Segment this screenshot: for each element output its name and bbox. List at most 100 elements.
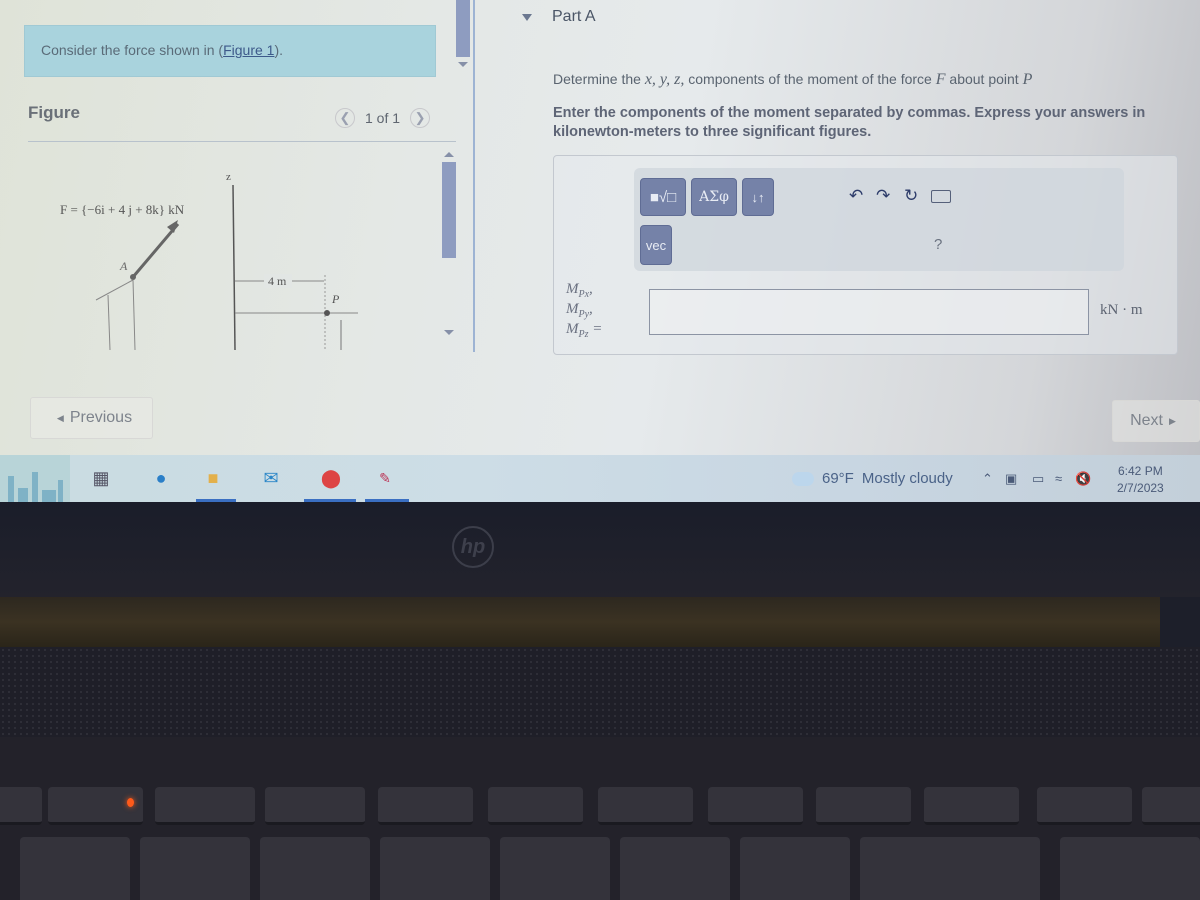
keyboard-key: [488, 787, 583, 825]
keyboard-key: [500, 837, 610, 900]
keyboard-key: [598, 787, 693, 825]
caret-left-icon: ◀: [56, 412, 64, 423]
scroll-down-arrow[interactable]: [458, 62, 468, 67]
keyboard-key: [816, 787, 911, 825]
unit-label: kN · m: [1100, 302, 1143, 318]
laptop-hinge: [0, 597, 1160, 647]
previous-button[interactable]: ◀ Previous: [30, 397, 153, 439]
label-sub: Pz: [578, 329, 589, 340]
question-vars: x, y, z,: [644, 71, 685, 88]
symbols-button[interactable]: ΑΣφ: [691, 178, 737, 216]
keyboard-key: [708, 787, 803, 825]
instructions-text: Enter the components of the moment separ…: [553, 105, 1146, 140]
answer-box: ■√□ ΑΣφ ↓↑ vec ↶ ↷ ↻ ? MPx, MPy, MPz = k…: [553, 155, 1178, 355]
point-p-label: P: [331, 292, 340, 306]
screen: Consider the force shown in (Figure 1). …: [0, 0, 1200, 502]
label-m: M: [566, 281, 579, 297]
task-view-icon[interactable]: ▦: [88, 465, 114, 491]
keyboard-key: [860, 837, 1040, 900]
dimension-label: 4 m: [268, 274, 287, 288]
question-text: Determine the x, y, z, components of the…: [553, 71, 1032, 89]
undo-icon[interactable]: ↶: [849, 186, 863, 206]
answer-input[interactable]: [649, 289, 1089, 335]
camera-icon[interactable]: ▣: [1005, 471, 1017, 487]
question-part: Determine the: [553, 71, 645, 87]
question-part: components of the moment of the force: [684, 71, 936, 87]
prev-figure-button[interactable]: ❮: [335, 108, 355, 128]
next-figure-button[interactable]: ❯: [410, 108, 431, 128]
snipping-tool-icon[interactable]: ✎: [372, 465, 398, 491]
speaker-grille: [0, 647, 1200, 737]
scroll-down-arrow[interactable]: [444, 330, 454, 335]
figure-scrollbar-thumb[interactable]: [442, 162, 456, 258]
keyboard-key: [140, 837, 250, 900]
laptop-bezel: [0, 502, 1200, 597]
label-sub: Py: [578, 309, 590, 320]
edge-browser-icon[interactable]: ●: [148, 465, 174, 491]
next-button[interactable]: Next ▶: [1112, 400, 1200, 442]
intro-text-end: ).: [274, 42, 284, 58]
question-force: F: [935, 71, 946, 88]
chrome-icon[interactable]: ⬤: [318, 465, 344, 491]
keyboard-deck: [0, 737, 1200, 900]
figure-link[interactable]: Figure 1: [223, 42, 274, 58]
guide-line-1: [107, 294, 111, 351]
scrollbar-thumb[interactable]: [456, 0, 470, 57]
intro-box: Consider the force shown in (Figure 1).: [24, 25, 436, 77]
z-axis-line: [232, 184, 236, 351]
pane-divider[interactable]: [473, 0, 475, 352]
templates-icon: ■√□: [649, 188, 677, 206]
force-diagram: F = {−6i + 4 j + 8k} kN z A 4 m P: [60, 171, 358, 351]
mute-led-indicator: [127, 798, 134, 807]
clock-date: 2/7/2023: [1117, 481, 1164, 495]
partly-cloudy-icon: [786, 465, 814, 486]
figure-heading: Figure: [28, 103, 80, 122]
templates-button[interactable]: ■√□: [640, 178, 686, 216]
keyboard-key: [0, 787, 42, 825]
taskbar: ▦ ● ■ ✉ ⬤ ✎ 69°F Mostly cloudy ⌃ ▣ ▭ ≈ 🔇…: [0, 455, 1200, 502]
force-label: F = {−6i + 4 j + 8k} kN: [60, 202, 185, 217]
keyboard-key: [620, 837, 730, 900]
left-scrollbar[interactable]: [454, 0, 470, 78]
swap-arrows-icon: ↓↑: [751, 189, 765, 205]
chevron-up-icon[interactable]: ⌃: [982, 471, 993, 487]
wifi-icon[interactable]: ≈: [1055, 471, 1062, 486]
figure-diagram: F = {−6i + 4 j + 8k} kN z A 4 m P: [28, 150, 448, 360]
force-arrow: [131, 223, 180, 278]
left-pane: Consider the force shown in (Figure 1). …: [0, 0, 470, 450]
point-p-marker: [324, 310, 330, 316]
file-explorer-icon[interactable]: ■: [200, 465, 226, 491]
keyboard-key: [924, 787, 1019, 825]
keyboard-key: [1060, 837, 1200, 900]
moment-components-label: MPx, MPy, MPz =: [566, 281, 603, 341]
keyboard-key: [1037, 787, 1132, 825]
chevron-right-icon: ❯: [414, 110, 426, 125]
weather-text: Mostly cloudy: [861, 470, 953, 487]
clock[interactable]: 6:42 PM 2/7/2023: [1117, 463, 1164, 497]
label-sub: Px: [578, 289, 590, 300]
vec-button[interactable]: vec: [640, 225, 672, 265]
reset-icon[interactable]: ↻: [904, 186, 918, 206]
help-icon[interactable]: ?: [934, 236, 942, 253]
scroll-up-arrow[interactable]: [444, 152, 454, 157]
keyboard-key: [1142, 787, 1200, 825]
mail-icon[interactable]: ✉: [258, 465, 284, 491]
keyboard-icon[interactable]: [931, 190, 951, 203]
arrows-button[interactable]: ↓↑: [742, 178, 774, 216]
leader-line: [95, 279, 134, 301]
figure-divider: [28, 141, 456, 142]
figure-scrollbar[interactable]: [440, 148, 458, 353]
figure-count: 1 of 1: [365, 110, 401, 126]
part-a-header[interactable]: Part A: [522, 8, 596, 26]
guide-line-2: [132, 279, 136, 351]
hp-logo: hp: [452, 526, 494, 568]
redo-icon[interactable]: ↷: [876, 186, 890, 206]
battery-icon[interactable]: ▭: [1032, 471, 1044, 487]
weather-widget[interactable]: 69°F Mostly cloudy: [786, 465, 953, 487]
label-m: M: [566, 301, 579, 317]
keyboard-key: [155, 787, 255, 825]
widgets-skyline-icon[interactable]: [0, 455, 70, 502]
speaker-muted-icon[interactable]: 🔇: [1075, 471, 1091, 487]
caret-right-icon: ▶: [1168, 415, 1176, 426]
figure-pager: ❮ 1 of 1 ❯: [335, 108, 431, 128]
